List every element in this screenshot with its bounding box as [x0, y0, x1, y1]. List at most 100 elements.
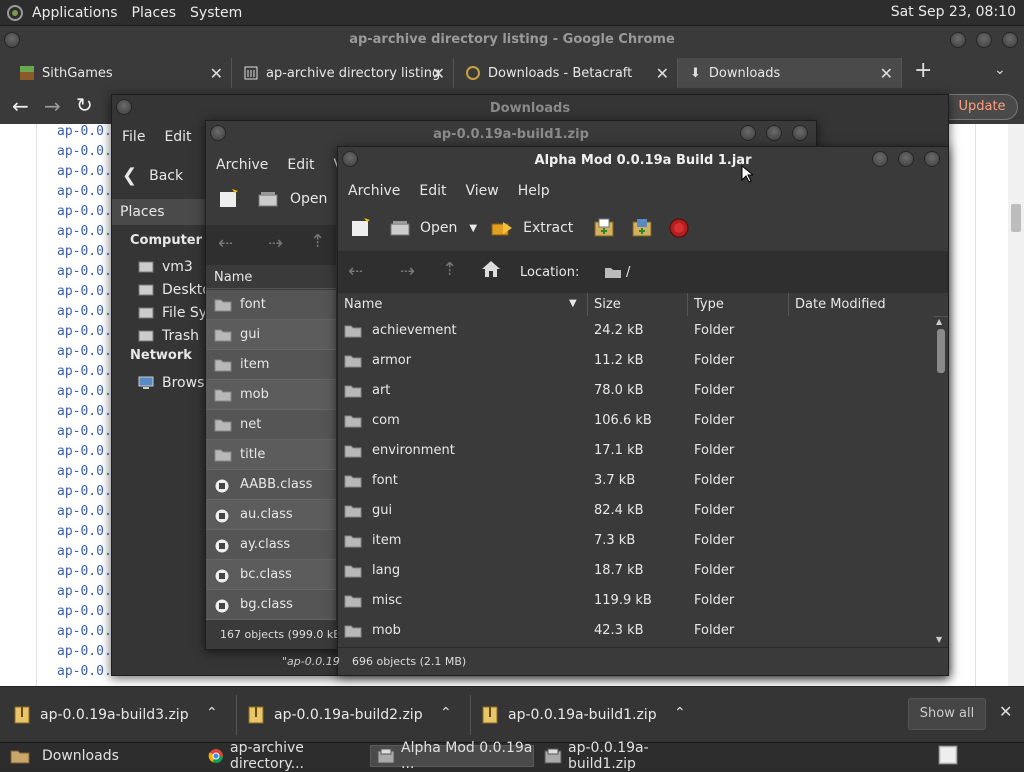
listing-entry[interactable]: ap-0.0.	[57, 444, 112, 459]
jar-archive-titlebar[interactable]: Alpha Mod 0.0.19a Build 1.jar	[338, 147, 948, 175]
zip-row[interactable]: AABB.class	[206, 470, 336, 500]
download-item[interactable]: ap-0.0.19a-build1.zip ⌃	[482, 701, 702, 729]
back-arrow-icon[interactable]: ←	[12, 94, 29, 118]
file-menu[interactable]: File	[122, 129, 145, 145]
chevron-up-icon[interactable]: ⌃	[440, 705, 452, 721]
zip-row[interactable]: mob	[206, 380, 336, 410]
download-item[interactable]: ap-0.0.19a-build2.zip ⌃	[248, 695, 471, 735]
listing-entry[interactable]: ap-0.0.	[57, 584, 112, 599]
edit-menu[interactable]: Edit	[419, 183, 446, 199]
open-button[interactable]: Open	[290, 191, 327, 207]
listing-entry[interactable]: ap-0.0.	[57, 364, 112, 379]
minimize-button[interactable]	[950, 32, 966, 48]
listing-entry[interactable]: ap-0.0.	[57, 384, 112, 399]
listing-entry[interactable]: ap-0.0.	[57, 424, 112, 439]
download-item[interactable]: ap-0.0.19a-build3.zip ⌃	[14, 695, 237, 735]
zip-row[interactable]: item	[206, 350, 336, 380]
back-icon[interactable]: ⇠	[348, 261, 363, 282]
location-path[interactable]: /	[626, 265, 630, 280]
up-icon[interactable]: ⇡	[442, 259, 457, 280]
listing-entry[interactable]: ap-0.0.	[57, 664, 112, 679]
size-column-header[interactable]: Size	[589, 293, 688, 317]
places-dropdown[interactable]: Places	[112, 199, 212, 225]
listing-entry[interactable]: ap-0.0.	[57, 324, 112, 339]
task-alpha-mod-jar[interactable]: Alpha Mod 0.0.19a ...	[370, 740, 534, 772]
jar-row[interactable]: armor 11.2 kB Folder	[338, 346, 934, 376]
show-all-button[interactable]: Show all	[908, 698, 986, 730]
close-button[interactable]	[1002, 32, 1018, 48]
zip-row[interactable]: title	[206, 440, 336, 470]
jar-row[interactable]: environment 17.1 kB Folder	[338, 436, 934, 466]
window-menu-button[interactable]	[210, 125, 226, 141]
add-folder-icon[interactable]	[631, 218, 653, 238]
type-column-header[interactable]: Type	[689, 293, 789, 317]
window-menu-button[interactable]	[342, 151, 358, 167]
back-button[interactable]: ❮ Back	[122, 165, 183, 186]
zip-archive-titlebar[interactable]: ap-0.0.19a-build1.zip	[206, 121, 816, 149]
close-button[interactable]	[792, 125, 808, 141]
open-icon[interactable]	[390, 220, 410, 236]
listing-entry[interactable]: ap-0.0.	[57, 524, 112, 539]
open-dropdown-icon[interactable]: ▼	[469, 223, 477, 234]
zip-row[interactable]: font	[206, 290, 336, 320]
new-archive-icon[interactable]	[218, 189, 238, 209]
listing-entry[interactable]: ap-0.0.	[57, 464, 112, 479]
tab-sithgames[interactable]: SithGames ✕	[0, 58, 232, 88]
view-menu[interactable]: View	[466, 183, 499, 199]
listing-entry[interactable]: ap-0.0.	[57, 124, 112, 139]
zip-row[interactable]: bg.class	[206, 590, 336, 620]
jar-row[interactable]: gui 82.4 kB Folder	[338, 496, 934, 526]
maximize-button[interactable]	[766, 125, 782, 141]
listing-entry[interactable]: ap-0.0.	[57, 244, 112, 259]
reload-icon[interactable]: ↻	[76, 93, 93, 117]
add-files-icon[interactable]	[593, 218, 615, 238]
listing-entry[interactable]: ap-0.0.	[57, 144, 112, 159]
task-downloads[interactable]: Downloads	[4, 745, 200, 767]
jar-list-scrollbar-thumb[interactable]	[937, 329, 945, 373]
listing-entry[interactable]: ap-0.0.	[57, 184, 112, 199]
open-button[interactable]: Open	[420, 220, 457, 236]
listing-entry[interactable]: ap-0.0.	[57, 624, 112, 639]
forward-icon[interactable]: ⇢	[400, 261, 415, 282]
chrome-titlebar[interactable]: ap-archive directory listing - Google Ch…	[0, 26, 1024, 56]
zip-row[interactable]: au.class	[206, 500, 336, 530]
archive-menu[interactable]: Archive	[348, 183, 400, 199]
listing-entry[interactable]: ap-0.0.	[57, 644, 112, 659]
clock[interactable]: Sat Sep 23, 08:10	[891, 4, 1016, 20]
close-downloads-bar-icon[interactable]: ✕	[999, 702, 1012, 721]
page-scrollbar[interactable]	[1008, 124, 1024, 686]
scroll-down-icon[interactable]: ▼	[936, 635, 942, 644]
close-tab-icon[interactable]: ✕	[880, 64, 893, 83]
tab-ap-archive[interactable]: ap-archive directory listing ✕	[232, 58, 454, 88]
date-column-header[interactable]: Date Modified	[790, 293, 935, 317]
close-tab-icon[interactable]: ✕	[656, 64, 669, 83]
listing-entry[interactable]: ap-0.0.	[57, 484, 112, 499]
archive-menu[interactable]: Archive	[216, 157, 268, 173]
stop-icon[interactable]	[669, 218, 689, 238]
close-button[interactable]	[924, 151, 940, 167]
jar-row[interactable]: misc 119.9 kB Folder	[338, 586, 934, 616]
listing-entry[interactable]: ap-0.0.	[57, 264, 112, 279]
edit-menu[interactable]: Edit	[287, 157, 314, 173]
jar-row[interactable]: lang 18.7 kB Folder	[338, 556, 934, 586]
listing-entry[interactable]: ap-0.0.	[57, 284, 112, 299]
close-tab-icon[interactable]: ✕	[210, 64, 223, 83]
up-icon[interactable]: ⇡	[310, 231, 325, 252]
system-menu[interactable]: System	[190, 5, 242, 21]
window-menu-button[interactable]	[116, 99, 132, 115]
extract-icon[interactable]	[491, 220, 513, 236]
chevron-up-icon[interactable]: ⌃	[674, 705, 686, 721]
zip-row[interactable]: bc.class	[206, 560, 336, 590]
listing-entry[interactable]: ap-0.0.	[57, 164, 112, 179]
page-scrollbar-thumb[interactable]	[1011, 204, 1021, 232]
listing-entry[interactable]: ap-0.0.	[57, 504, 112, 519]
edit-menu[interactable]: Edit	[164, 129, 191, 145]
window-menu-button[interactable]	[4, 32, 20, 48]
jar-row[interactable]: art 78.0 kB Folder	[338, 376, 934, 406]
extract-button[interactable]: Extract	[523, 220, 573, 236]
task-chrome[interactable]: ap-archive directory...	[202, 740, 368, 772]
back-icon[interactable]: ⇠	[218, 233, 233, 254]
listing-entry[interactable]: ap-0.0.	[57, 404, 112, 419]
zip-row[interactable]: ay.class	[206, 530, 336, 560]
help-menu[interactable]: Help	[518, 183, 550, 199]
